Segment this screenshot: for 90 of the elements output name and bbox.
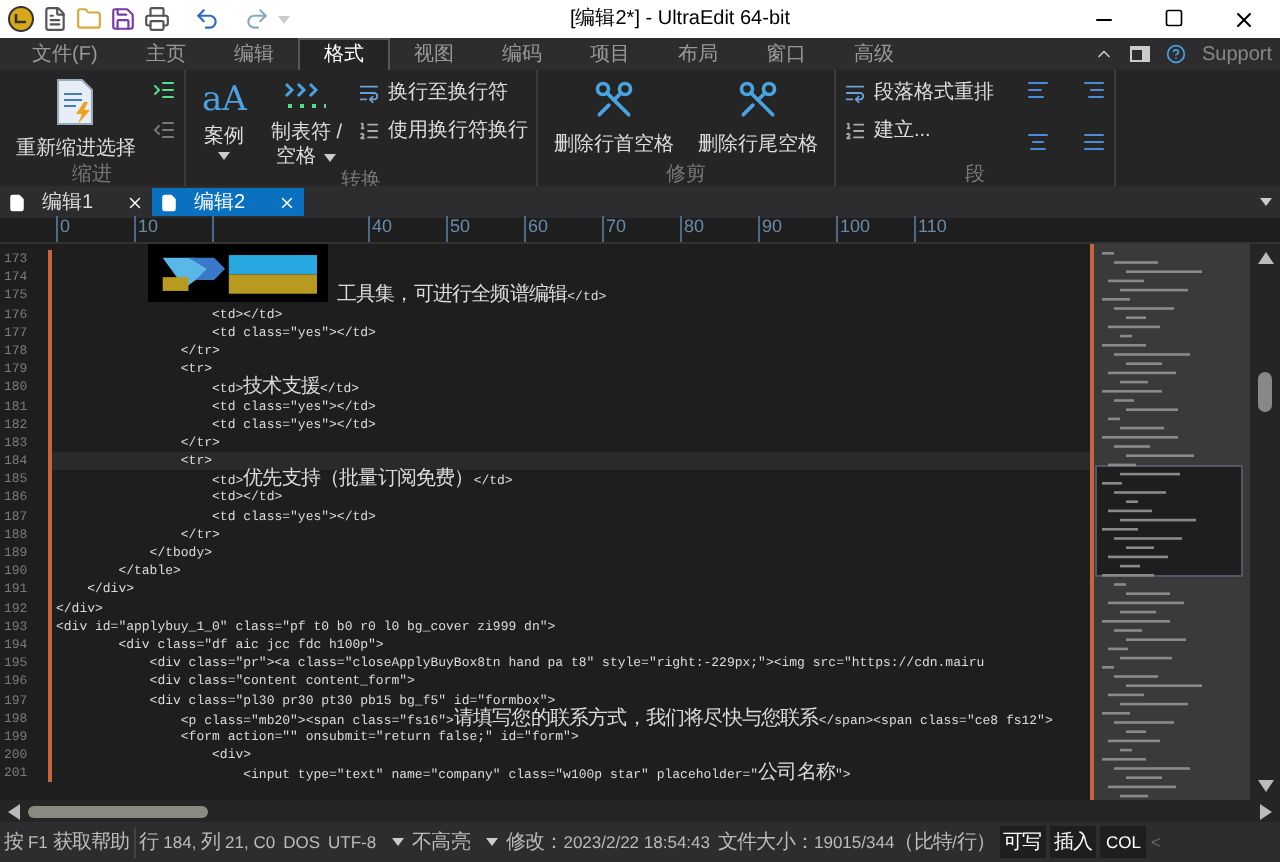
file-icon — [8, 193, 26, 211]
ruler-label: 60 — [528, 216, 549, 236]
scrollbar-thumb[interactable] — [1258, 372, 1272, 412]
scroll-left-icon[interactable] — [8, 803, 20, 819]
ruler-label: 50 — [450, 216, 471, 236]
list-icon — [357, 120, 380, 142]
encoding-dropdown[interactable]: UTF-8 — [324, 829, 409, 855]
wrap-icon — [843, 82, 866, 104]
ribbon-small-button[interactable]: 段落格式重排 — [843, 78, 994, 108]
ribbon-tab[interactable]: 编辑 — [209, 38, 298, 70]
tab-label: 编辑1 — [42, 189, 96, 217]
tab-label: 编辑2 — [194, 189, 248, 217]
ribbon-small-button[interactable]: 使用换行符换行 — [357, 116, 528, 146]
trim-button[interactable]: 删除行尾空格 — [689, 70, 826, 164]
modified-time: 修改：2023/2/22 18:54:43 — [503, 829, 712, 857]
outdent-icon[interactable] — [152, 118, 176, 142]
undo-icon[interactable] — [194, 6, 220, 32]
ruler-label: 40 — [372, 216, 393, 236]
ribbon-tab[interactable]: 格式 — [297, 38, 390, 70]
indent-icon[interactable] — [152, 78, 176, 102]
reindent-button[interactable]: 重新缩进选择 — [8, 70, 144, 164]
wrap-icon — [357, 82, 380, 104]
help-icon[interactable] — [1165, 44, 1186, 64]
ribbon-tab[interactable]: 主页 — [121, 38, 210, 70]
ruler-label: 90 — [762, 216, 783, 236]
align-center-icon[interactable] — [1025, 129, 1050, 153]
ruler-label: 110 — [918, 216, 947, 236]
minimap-drawing[interactable] — [1090, 244, 1250, 800]
scissors-icon — [735, 78, 780, 122]
file-size: 文件大小：19015/344（比特/行） — [715, 829, 998, 857]
document-lightning-icon — [54, 78, 98, 126]
ribbon-tab[interactable]: 视图 — [389, 38, 478, 70]
window-title: [编辑2*] - UltraEdit 64-bit — [567, 5, 793, 34]
status-arrow: < — [1148, 829, 1163, 855]
insert-button[interactable]: 插入 — [1049, 826, 1096, 858]
maximize-icon[interactable] — [1164, 7, 1184, 27]
ribbon-small-button[interactable]: 换行至换行符 — [357, 78, 528, 108]
caret-icon — [278, 15, 290, 23]
ribbon-tab[interactable]: 布局 — [653, 38, 742, 70]
scrollbar-thumb[interactable] — [28, 805, 208, 817]
document-tab[interactable]: 编辑2 — [152, 188, 304, 216]
list-icon — [843, 120, 866, 142]
app-logo-icon — [8, 6, 34, 32]
scroll-down-icon[interactable] — [1257, 780, 1273, 792]
writable-button[interactable]: 可写 — [999, 826, 1046, 858]
file-icon — [160, 193, 178, 211]
ruler-label: 70 — [606, 216, 627, 236]
new-file-icon[interactable] — [42, 6, 68, 32]
case-button[interactable]: aA 案例 — [194, 70, 255, 170]
align-right-icon[interactable] — [1081, 78, 1106, 102]
printer-icon[interactable] — [144, 6, 170, 32]
panel-icon[interactable] — [1129, 46, 1150, 62]
vertical-scrollbar[interactable] — [1250, 244, 1280, 800]
help-hint: 按 F1 获取帮助 — [2, 829, 132, 857]
ribbon-group-title: 缩进 — [70, 164, 114, 186]
col-button[interactable]: COL — [1099, 826, 1147, 858]
ribbon-tab[interactable]: 高级 — [829, 38, 918, 70]
caret-icon — [324, 154, 337, 162]
close-tab-icon[interactable] — [126, 193, 144, 211]
tab-arrows-icon — [284, 78, 329, 114]
close-icon[interactable] — [1232, 7, 1256, 31]
ruler-label: 100 — [840, 216, 871, 236]
support-button[interactable]: Support — [1201, 39, 1272, 69]
save-icon[interactable] — [110, 6, 136, 32]
caret-icon — [485, 838, 498, 846]
ruler-label: 0 — [60, 216, 71, 236]
ribbon-tab[interactable]: 编码 — [477, 38, 566, 70]
ruler-label: 80 — [684, 216, 705, 236]
scroll-up-icon[interactable] — [1257, 252, 1273, 264]
highlight-dropdown[interactable]: 不高亮 — [408, 827, 502, 857]
document-tab[interactable]: 编辑1 — [0, 188, 152, 216]
tabs-spaces-button[interactable]: 制表符 / 空格 — [262, 70, 350, 170]
ribbon-small-button[interactable]: 建立... — [843, 116, 994, 146]
scissors-icon — [591, 78, 636, 122]
ruler-label: 10 — [138, 216, 159, 236]
caret-icon — [392, 838, 405, 846]
ribbon-group-title: 修剪 — [663, 164, 708, 186]
ribbon-tab[interactable]: 项目 — [565, 38, 654, 70]
ribbon-tab[interactable]: 窗口 — [741, 38, 830, 70]
line-ending: DOS — [281, 829, 322, 855]
caret-icon — [218, 152, 231, 160]
ribbon-group-title: 段 — [962, 164, 987, 186]
trim-button[interactable]: 删除行首空格 — [545, 70, 682, 164]
align-justify-icon[interactable] — [1081, 129, 1106, 153]
scroll-right-icon[interactable] — [1260, 803, 1272, 819]
align-left-icon[interactable] — [1025, 78, 1050, 102]
horizontal-scrollbar[interactable] — [0, 800, 1280, 822]
cursor-position: 行 184, 列 21, C0 — [133, 827, 280, 857]
caret-icon — [1260, 198, 1272, 206]
ribbon-tab[interactable]: 文件(F) — [8, 38, 122, 70]
